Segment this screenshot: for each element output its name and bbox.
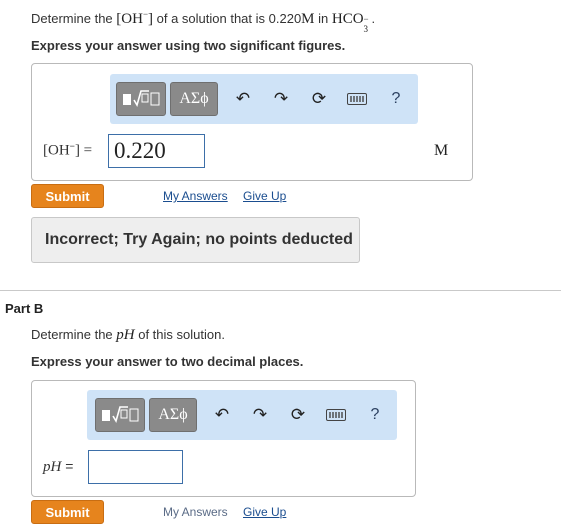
hco-subscript: 3 [363,24,369,34]
give-up-link[interactable]: Give Up [243,505,286,519]
help-label: ? [391,90,401,107]
bicarbonate-formula: HCO −3 [331,11,372,34]
oh-concentration-symbol: [OH−] [116,9,153,27]
ph-label-text: pH [43,459,62,475]
help-label: ? [370,406,380,423]
part-b-question-prefix: Determine the [31,327,117,342]
part-a-question: Determine the [OH−] of a solution that i… [31,9,376,34]
oh-answer-input[interactable]: 0.220 [108,134,205,168]
oh-text: [OH [116,11,143,27]
oh-label-close: ] = [74,142,93,159]
redo-icon[interactable]: ↷ [249,404,271,426]
ph-answer-input[interactable] [88,450,183,484]
oh-answer-label: [OH−] = [43,141,92,160]
part-b-equation-toolbar: ΑΣϕ ↶ ↷ ⟳ ? [87,390,397,440]
molar-unit: M [301,11,315,27]
part-b-instruction: Express your answer to two decimal place… [31,354,304,369]
submit-button[interactable]: Submit [31,184,104,208]
hco-text: HCO [331,11,364,27]
reset-icon[interactable]: ⟳ [287,404,309,426]
hco-charge: − [363,14,369,24]
part-b-question-suffix: of this solution. [134,327,225,342]
part-a-equation-toolbar: ΑΣϕ ↶ ↷ ⟳ ? [110,74,418,124]
greek-symbols-button[interactable]: ΑΣϕ [170,82,218,116]
keyboard-icon[interactable] [325,408,347,422]
part-b-question: Determine the pH of this solution. [31,327,225,344]
fraction-root-template-icon[interactable] [116,82,166,116]
help-icon[interactable]: ? [386,88,406,110]
question-in: in [314,11,332,26]
answer-unit: M [434,142,449,159]
help-icon[interactable]: ? [365,404,385,426]
give-up-link[interactable]: Give Up [243,189,286,203]
ph-label-eq: = [61,458,74,474]
ph-symbol: pH [116,327,135,343]
part-a-instruction: Express your answer using two significan… [31,38,346,53]
my-answers-link[interactable]: My Answers [163,505,228,519]
reset-icon[interactable]: ⟳ [308,88,330,110]
fraction-root-template-icon[interactable] [95,398,145,432]
oh-label-text: [OH [43,142,70,159]
undo-icon[interactable]: ↶ [211,404,233,426]
submit-button[interactable]: Submit [31,500,104,524]
greek-symbols-label: ΑΣϕ [158,406,188,423]
keyboard-icon[interactable] [346,92,368,106]
question-period: . [371,11,376,26]
greek-symbols-label: ΑΣϕ [179,90,209,107]
ph-answer-label: pH = [43,458,73,476]
my-answers-link[interactable]: My Answers [163,189,228,203]
redo-icon[interactable]: ↷ [270,88,292,110]
greek-symbols-button[interactable]: ΑΣϕ [149,398,197,432]
feedback-message: Incorrect; Try Again; no points deducted [31,217,360,263]
part-b-title: Part B [5,301,44,316]
question-text: Determine the [31,11,117,26]
undo-icon[interactable]: ↶ [232,88,254,110]
part-divider [0,290,561,291]
question-middle: of a solution that is 0.220 [153,11,302,26]
